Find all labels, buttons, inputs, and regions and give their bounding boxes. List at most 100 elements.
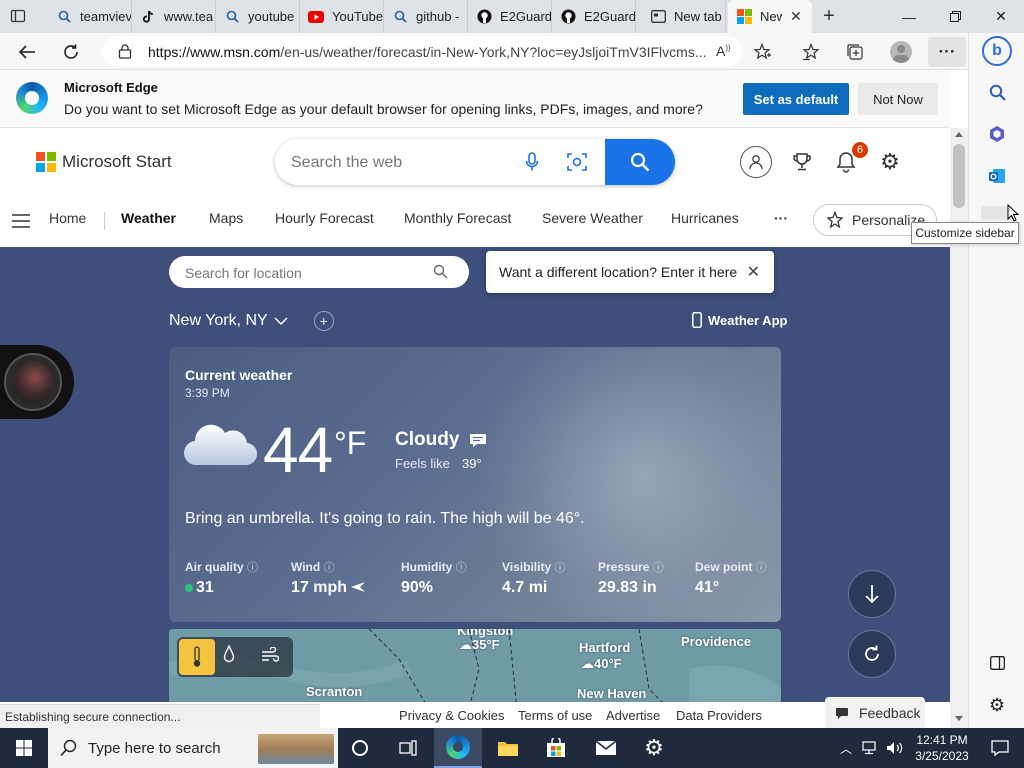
sidebar-settings-icon[interactable]: ⚙ [981, 689, 1013, 721]
precipitation-layer-button[interactable] [223, 644, 235, 666]
notification-center-icon[interactable] [976, 728, 1024, 768]
close-window-button[interactable]: ✕ [978, 0, 1024, 33]
settings-more-button[interactable]: ··· [928, 37, 966, 67]
info-icon[interactable]: ⓘ [554, 562, 565, 574]
location-search-input[interactable]: Search for location [169, 256, 469, 288]
footer-terms-link[interactable]: Terms of use [518, 708, 592, 723]
address-bar[interactable]: https://www.msn.com/en-us/weather/foreca… [102, 36, 742, 67]
wind-layer-button[interactable] [261, 646, 280, 666]
tab-e2guardian-2[interactable]: E2Guard [552, 0, 636, 33]
nav-maps[interactable]: Maps [209, 210, 243, 226]
feedback-button[interactable]: Feedback [825, 697, 925, 729]
volume-icon[interactable] [882, 728, 908, 768]
taskbar-search-box[interactable]: Type here to search [48, 728, 338, 768]
weather-app-link[interactable]: Weather App [692, 312, 787, 328]
minimize-button[interactable]: — [886, 0, 932, 33]
metric-label: Air quality [185, 560, 244, 574]
outlook-icon[interactable] [981, 160, 1013, 192]
tab-actions-icon[interactable] [10, 8, 26, 24]
account-icon[interactable] [740, 146, 772, 178]
scroll-thumb[interactable] [953, 144, 965, 208]
refresh-weather-button[interactable] [848, 630, 896, 678]
web-search-box[interactable]: Search the web [275, 139, 675, 185]
default-browser-banner: Microsoft Edge Do you want to set Micros… [0, 70, 950, 128]
tab-github-search[interactable]: github - [384, 0, 468, 33]
close-icon[interactable]: ✕ [747, 262, 760, 282]
info-icon[interactable]: ⓘ [324, 562, 335, 574]
settings-app-icon[interactable]: ⚙ [630, 728, 678, 768]
tab-youtube[interactable]: YouTube [300, 0, 384, 33]
hide-sidebar-icon[interactable] [981, 647, 1013, 679]
file-explorer-icon[interactable] [484, 728, 532, 768]
info-icon[interactable]: ⓘ [456, 562, 467, 574]
info-icon[interactable]: ⓘ [756, 562, 767, 574]
close-tab-icon[interactable]: ✕ [790, 8, 802, 25]
add-favorite-icon[interactable] [748, 37, 778, 67]
info-icon[interactable]: ⓘ [247, 562, 258, 574]
notifications-bell-icon[interactable]: 6 [830, 142, 868, 178]
weather-map[interactable]: Kingston ☁35°F Hartford ☁40°F Providence… [169, 629, 781, 702]
new-tab-button[interactable]: + [818, 5, 840, 27]
footer-advertise-link[interactable]: Advertise [606, 708, 660, 723]
microsoft-365-icon[interactable] [981, 118, 1013, 150]
restore-button[interactable] [932, 0, 978, 33]
search-button[interactable] [605, 139, 675, 185]
nav-severe-weather[interactable]: Severe Weather [542, 210, 643, 226]
profile-avatar[interactable] [886, 37, 916, 67]
nav-hourly-forecast[interactable]: Hourly Forecast [275, 210, 374, 226]
tab-new-tab[interactable]: New tab [642, 0, 726, 33]
observation-time: 3:39 PM [185, 386, 230, 400]
read-aloud-icon[interactable]: A)) [716, 43, 731, 59]
taskbar-edge-icon[interactable] [434, 728, 482, 768]
temperature-unit: °F [334, 425, 367, 461]
metric-label: Pressure [598, 560, 650, 574]
nav-home[interactable]: Home [49, 210, 86, 226]
tab-e2guardian-1[interactable]: E2Guard [468, 0, 552, 33]
search-icon[interactable] [433, 264, 448, 282]
favorites-icon[interactable] [796, 37, 826, 67]
map-label-new-haven: New Haven [577, 686, 646, 701]
mail-icon[interactable] [582, 728, 630, 768]
city-selector[interactable]: New York, NY + [169, 311, 334, 331]
info-icon[interactable]: ⓘ [653, 562, 664, 574]
microsoft-start-logo[interactable]: Microsoft Start [36, 152, 172, 172]
nav-weather[interactable]: Weather [121, 210, 176, 226]
taskbar-clock[interactable]: 12:41 PM 3/25/2023 [912, 732, 972, 764]
add-location-icon[interactable]: + [313, 311, 334, 331]
tab-youtube-search[interactable]: youtube [216, 0, 300, 33]
footer-data-providers-link[interactable]: Data Providers [676, 708, 762, 723]
collections-icon[interactable] [840, 37, 870, 67]
lock-icon[interactable] [118, 44, 132, 62]
microphone-icon[interactable] [525, 152, 539, 175]
scroll-down-arrow[interactable] [955, 716, 963, 721]
task-view-icon[interactable] [384, 728, 432, 768]
sidebar-search-icon[interactable] [981, 76, 1013, 108]
set-as-default-button[interactable]: Set as default [743, 83, 849, 115]
visual-search-icon[interactable] [567, 152, 587, 175]
scroll-up-arrow[interactable] [955, 132, 963, 137]
cortana-icon[interactable] [336, 728, 384, 768]
tab-msn-weather-active[interactable]: New ✕ [728, 0, 812, 33]
bing-chat-icon[interactable]: b [981, 35, 1013, 67]
show-hidden-icons-chevron[interactable]: ︿ [834, 728, 858, 768]
nav-hurricanes[interactable]: Hurricanes [671, 210, 739, 226]
refresh-button[interactable] [56, 37, 86, 67]
scroll-down-button[interactable] [848, 570, 896, 618]
settings-gear-icon[interactable]: ⚙ [874, 146, 906, 178]
back-button[interactable] [12, 37, 42, 67]
metric-value: 29.83 in [598, 579, 657, 596]
start-button[interactable] [0, 728, 48, 768]
tab-tiktok[interactable]: www.tea [132, 0, 216, 33]
hamburger-menu-icon[interactable] [12, 214, 30, 231]
temperature-layer-button[interactable] [179, 639, 215, 675]
page-scrollbar[interactable] [950, 128, 968, 728]
not-now-button[interactable]: Not Now [858, 83, 938, 115]
nav-monthly-forecast[interactable]: Monthly Forecast [404, 210, 511, 226]
microsoft-store-icon[interactable] [532, 728, 580, 768]
rewards-trophy-icon[interactable] [786, 146, 818, 178]
network-icon[interactable] [858, 728, 884, 768]
tab-teamviewer-search[interactable]: teamviev [48, 0, 132, 33]
url-text[interactable]: https://www.msn.com/en-us/weather/foreca… [148, 44, 708, 60]
footer-privacy-link[interactable]: Privacy & Cookies [399, 708, 504, 723]
nav-more-button[interactable]: ··· [774, 210, 788, 226]
